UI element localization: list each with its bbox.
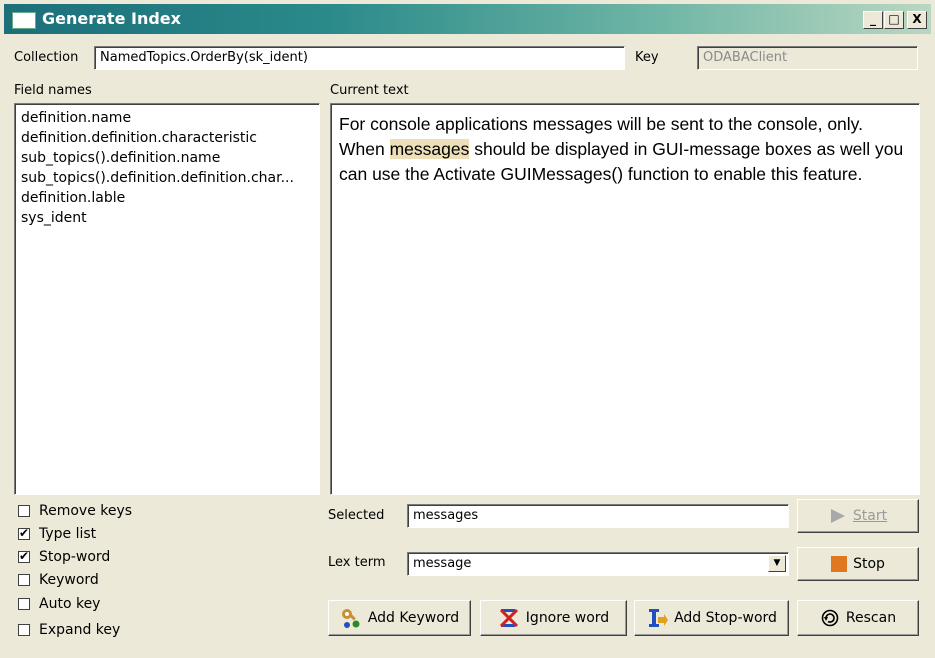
checkbox-box[interactable]: [18, 598, 30, 610]
current-text-area[interactable]: For console applications messages will b…: [330, 103, 920, 495]
checkbox-box[interactable]: [18, 574, 30, 586]
checkbox-box[interactable]: [18, 526, 30, 540]
play-icon: [830, 509, 845, 523]
close-button[interactable]: X: [907, 11, 927, 29]
ignore-word-button[interactable]: Ignore word: [480, 600, 627, 636]
list-item[interactable]: sub_topics().definition.name: [21, 148, 315, 168]
field-names-list[interactable]: definition.name definition.definition.ch…: [14, 103, 320, 495]
checkbox-box[interactable]: [18, 624, 30, 636]
field-names-label: Field names: [14, 83, 92, 98]
window-icon: [12, 12, 36, 29]
maximize-button[interactable]: □: [884, 11, 904, 29]
title-bar[interactable]: Generate Index _ □ X: [4, 4, 931, 34]
selected-label: Selected: [328, 508, 385, 523]
add-keyword-icon: [341, 609, 360, 628]
key-label: Key: [635, 50, 659, 65]
highlighted-word: messages: [389, 139, 470, 159]
add-stop-word-button[interactable]: Add Stop-word: [634, 600, 789, 636]
checkbox-box[interactable]: [18, 549, 30, 563]
start-button[interactable]: Start: [797, 499, 919, 533]
add-stop-word-icon: [649, 609, 669, 627]
list-item[interactable]: definition.definition.characteristic: [21, 128, 315, 148]
selected-input[interactable]: messages: [407, 504, 789, 528]
stop-button[interactable]: Stop: [797, 547, 919, 581]
expand-key-checkbox[interactable]: Expand key: [18, 622, 120, 638]
list-item[interactable]: sub_topics().definition.definition.char.…: [21, 168, 315, 188]
collection-label: Collection: [14, 50, 79, 65]
stop-word-checkbox[interactable]: Stop-word: [18, 549, 110, 565]
type-list-checkbox[interactable]: Type list: [18, 526, 96, 542]
minimize-button[interactable]: _: [863, 11, 883, 29]
add-keyword-button[interactable]: Add Keyword: [328, 600, 471, 636]
generate-index-window: Generate Index _ □ X Collection NamedTop…: [0, 0, 935, 658]
checkbox-box[interactable]: [18, 505, 30, 517]
lex-term-combobox[interactable]: message ▼: [407, 552, 789, 576]
window-title: Generate Index: [42, 9, 181, 28]
current-text-label: Current text: [330, 83, 409, 98]
remove-keys-checkbox[interactable]: Remove keys: [18, 503, 132, 519]
list-item[interactable]: definition.name: [21, 108, 315, 128]
lex-term-label: Lex term: [328, 555, 386, 570]
keyword-checkbox[interactable]: Keyword: [18, 572, 99, 588]
list-item[interactable]: sys_ident: [21, 208, 315, 228]
ignore-word-icon: [499, 608, 518, 628]
list-item[interactable]: definition.lable: [21, 188, 315, 208]
collection-input[interactable]: NamedTopics.OrderBy(sk_ident): [94, 46, 625, 70]
dropdown-arrow-icon[interactable]: ▼: [768, 555, 786, 572]
auto-key-checkbox[interactable]: Auto key: [18, 596, 100, 612]
stop-icon: [831, 556, 848, 572]
key-input[interactable]: ODABAClient: [697, 46, 918, 70]
rescan-button[interactable]: Rescan: [797, 600, 919, 636]
rescan-icon: [821, 609, 839, 627]
